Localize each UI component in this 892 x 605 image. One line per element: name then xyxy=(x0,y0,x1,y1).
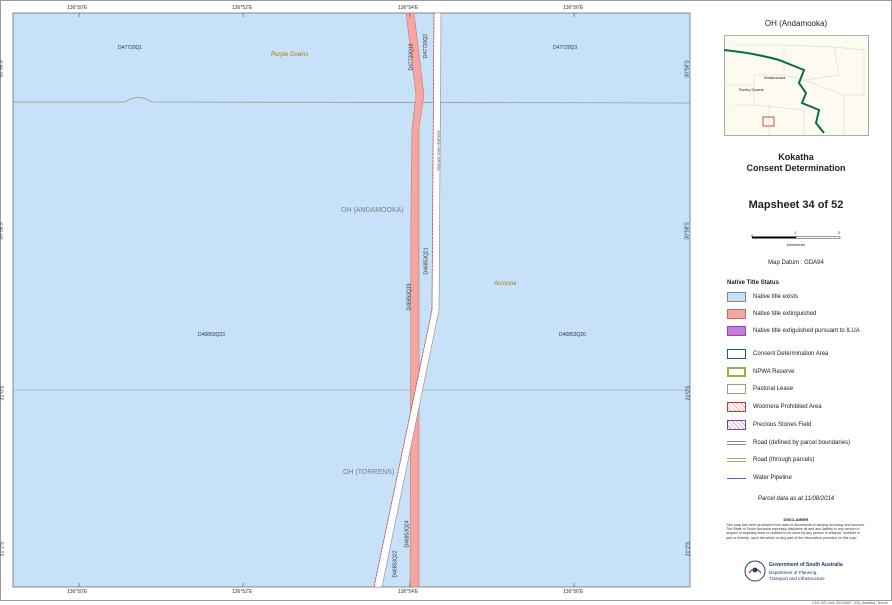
inset-label-andamooka: Andamooka xyxy=(764,75,786,80)
legend-label: Water Pipeline xyxy=(753,475,792,481)
swatch-road-parcel xyxy=(727,441,746,445)
lon-label-top-4: 136°56'E xyxy=(563,5,584,11)
legend-extinguished-ilua: Native title extiguished pursuant to ILU… xyxy=(727,326,887,338)
swatch-pastoral xyxy=(727,384,746,394)
lat-label-left-2: 30°58'S xyxy=(0,222,5,240)
place-arcoona: Arcoona xyxy=(494,281,517,287)
parcel-label: D46853Q20 xyxy=(559,332,586,338)
legend-npwa: NPWA Reserve xyxy=(727,367,887,379)
road-label: Olympic Dam Highway xyxy=(435,130,441,171)
place-purple-downs: Purple Downs xyxy=(271,52,309,58)
lat-label-left-3: 31°0'S xyxy=(0,385,6,401)
legend-label: Native title extinguished xyxy=(753,311,817,317)
footer-reference: LSG GIS Unit: 20140807_030_Kokatha_Tenur… xyxy=(812,601,888,605)
map-datum: Map Datum : GDA94 xyxy=(768,260,824,266)
legend-label: NPWA Reserve xyxy=(753,369,795,375)
swatch-road-through xyxy=(727,458,746,462)
swatch-purple xyxy=(727,326,746,336)
legend-panel: OH (Andamooka) Andamooka Roxby Downs Kok… xyxy=(704,12,888,605)
legend-precious-stones: Precious Stones Field xyxy=(727,420,887,432)
disclaimer-text: This map has been produced from data or … xyxy=(726,523,866,540)
swatch-pipeline xyxy=(727,477,746,479)
lat-label-left-1: 30°56'S xyxy=(0,60,5,78)
gov-line-1: Government of South Australia xyxy=(769,562,843,568)
parcel-label: D47720Q2 xyxy=(423,33,430,59)
lon-label-top-2: 136°52'E xyxy=(232,5,253,11)
government-logo: Government of South Australia Department… xyxy=(744,560,864,584)
parcel-label: D46853Q22 xyxy=(392,550,399,578)
scale-tick-1: 1 xyxy=(794,230,797,235)
parcel-date: Parcel data as at 11/08/2014 xyxy=(757,496,835,502)
legend-native-title-exists: Native title exists xyxy=(727,292,887,304)
parcel-label: D46853Q21 xyxy=(423,247,430,275)
swatch-woomera xyxy=(727,402,746,412)
parcel-label: D46853Q23 xyxy=(198,332,225,338)
swatch-precious xyxy=(727,420,746,430)
legend-pastoral: Pastoral Lease xyxy=(727,384,887,396)
map-title-2: Consent Determination xyxy=(746,163,846,173)
legend-label: Consent Determination Area xyxy=(753,351,829,357)
scale-tick-2: 2 xyxy=(838,230,841,235)
lon-label-top-1: 136°50'E xyxy=(67,5,88,11)
legend-woomera: Woomera Prohibited Area xyxy=(727,402,887,414)
parcel-label: D47720Q18 xyxy=(408,43,415,71)
mapsheet-number: Mapsheet 34 of 52 xyxy=(748,199,844,211)
gov-line-2: Department of Planning, xyxy=(769,570,818,575)
lat-label-right-2: 30°58'S xyxy=(684,222,691,240)
legend-title: Native Title Status xyxy=(727,280,779,286)
lon-label-bottom-3: 136°54'E xyxy=(398,589,419,595)
parcel-label: D47720Q3 xyxy=(553,45,578,51)
scale-unit: kilometres xyxy=(786,242,806,247)
inset-label-roxby: Roxby Downs xyxy=(739,87,764,92)
inset-locator-map[interactable] xyxy=(724,35,870,137)
map-title-1: Kokatha xyxy=(778,152,814,162)
parcel-label: D46853Q19 xyxy=(406,283,413,311)
legend-road-through: Road (through parcels) xyxy=(727,455,887,467)
swatch-pink xyxy=(727,309,746,319)
legend-label: Native title extiguished pursuant to ILU… xyxy=(753,328,860,334)
legend-road-parcel: Road (defined by parcel boundaries) xyxy=(727,438,887,450)
lon-label-bottom-4: 136°56'E xyxy=(563,589,584,595)
lat-label-right-1: 30°56'S xyxy=(684,60,691,78)
lon-label-bottom-2: 136°52'E xyxy=(232,589,253,595)
state-crest-icon xyxy=(744,560,766,582)
parcel-label: D47720Q1 xyxy=(118,45,143,51)
legend-label: Pastoral Lease xyxy=(753,386,794,392)
region-torrens: OH (TORRENS) xyxy=(343,469,395,476)
lat-label-right-3: 31°0'S xyxy=(685,385,692,401)
gov-line-3: Transport and Infrastructure xyxy=(769,576,825,581)
swatch-npwa xyxy=(727,367,746,377)
swatch-blue xyxy=(727,292,746,302)
swatch-consent xyxy=(727,349,746,359)
lon-label-top-3: 136°54'E xyxy=(398,5,419,11)
legend-label: Road (through parcels) xyxy=(753,457,815,463)
legend-label: Woomera Prohibited Area xyxy=(753,404,822,410)
lon-label-bottom-1: 136°50'E xyxy=(67,589,88,595)
inset-title: OH (Andamooka) xyxy=(764,19,828,28)
disclaimer-title: DISCLAIMER xyxy=(783,517,809,522)
native-title-area xyxy=(12,12,691,588)
lat-label-left-4: 31°2'S xyxy=(0,541,6,557)
legend-label: Native title exists xyxy=(753,294,799,300)
legend-consent-area: Consent Determination Area xyxy=(727,349,887,361)
scale-bar xyxy=(752,236,841,239)
legend-water-pipeline: Water Pipeline xyxy=(727,473,887,485)
lat-label-right-4: 31°2'S xyxy=(685,541,692,557)
legend-label: Road (defined by parcel boundaries) xyxy=(753,440,851,446)
region-andamooka: OH (ANDAMOOKA) xyxy=(341,207,404,214)
legend-label: Precious Stones Field xyxy=(753,422,812,428)
parcel-label: D46853Q24 xyxy=(404,520,411,548)
legend-extinguished: Native title extinguished xyxy=(727,309,887,321)
